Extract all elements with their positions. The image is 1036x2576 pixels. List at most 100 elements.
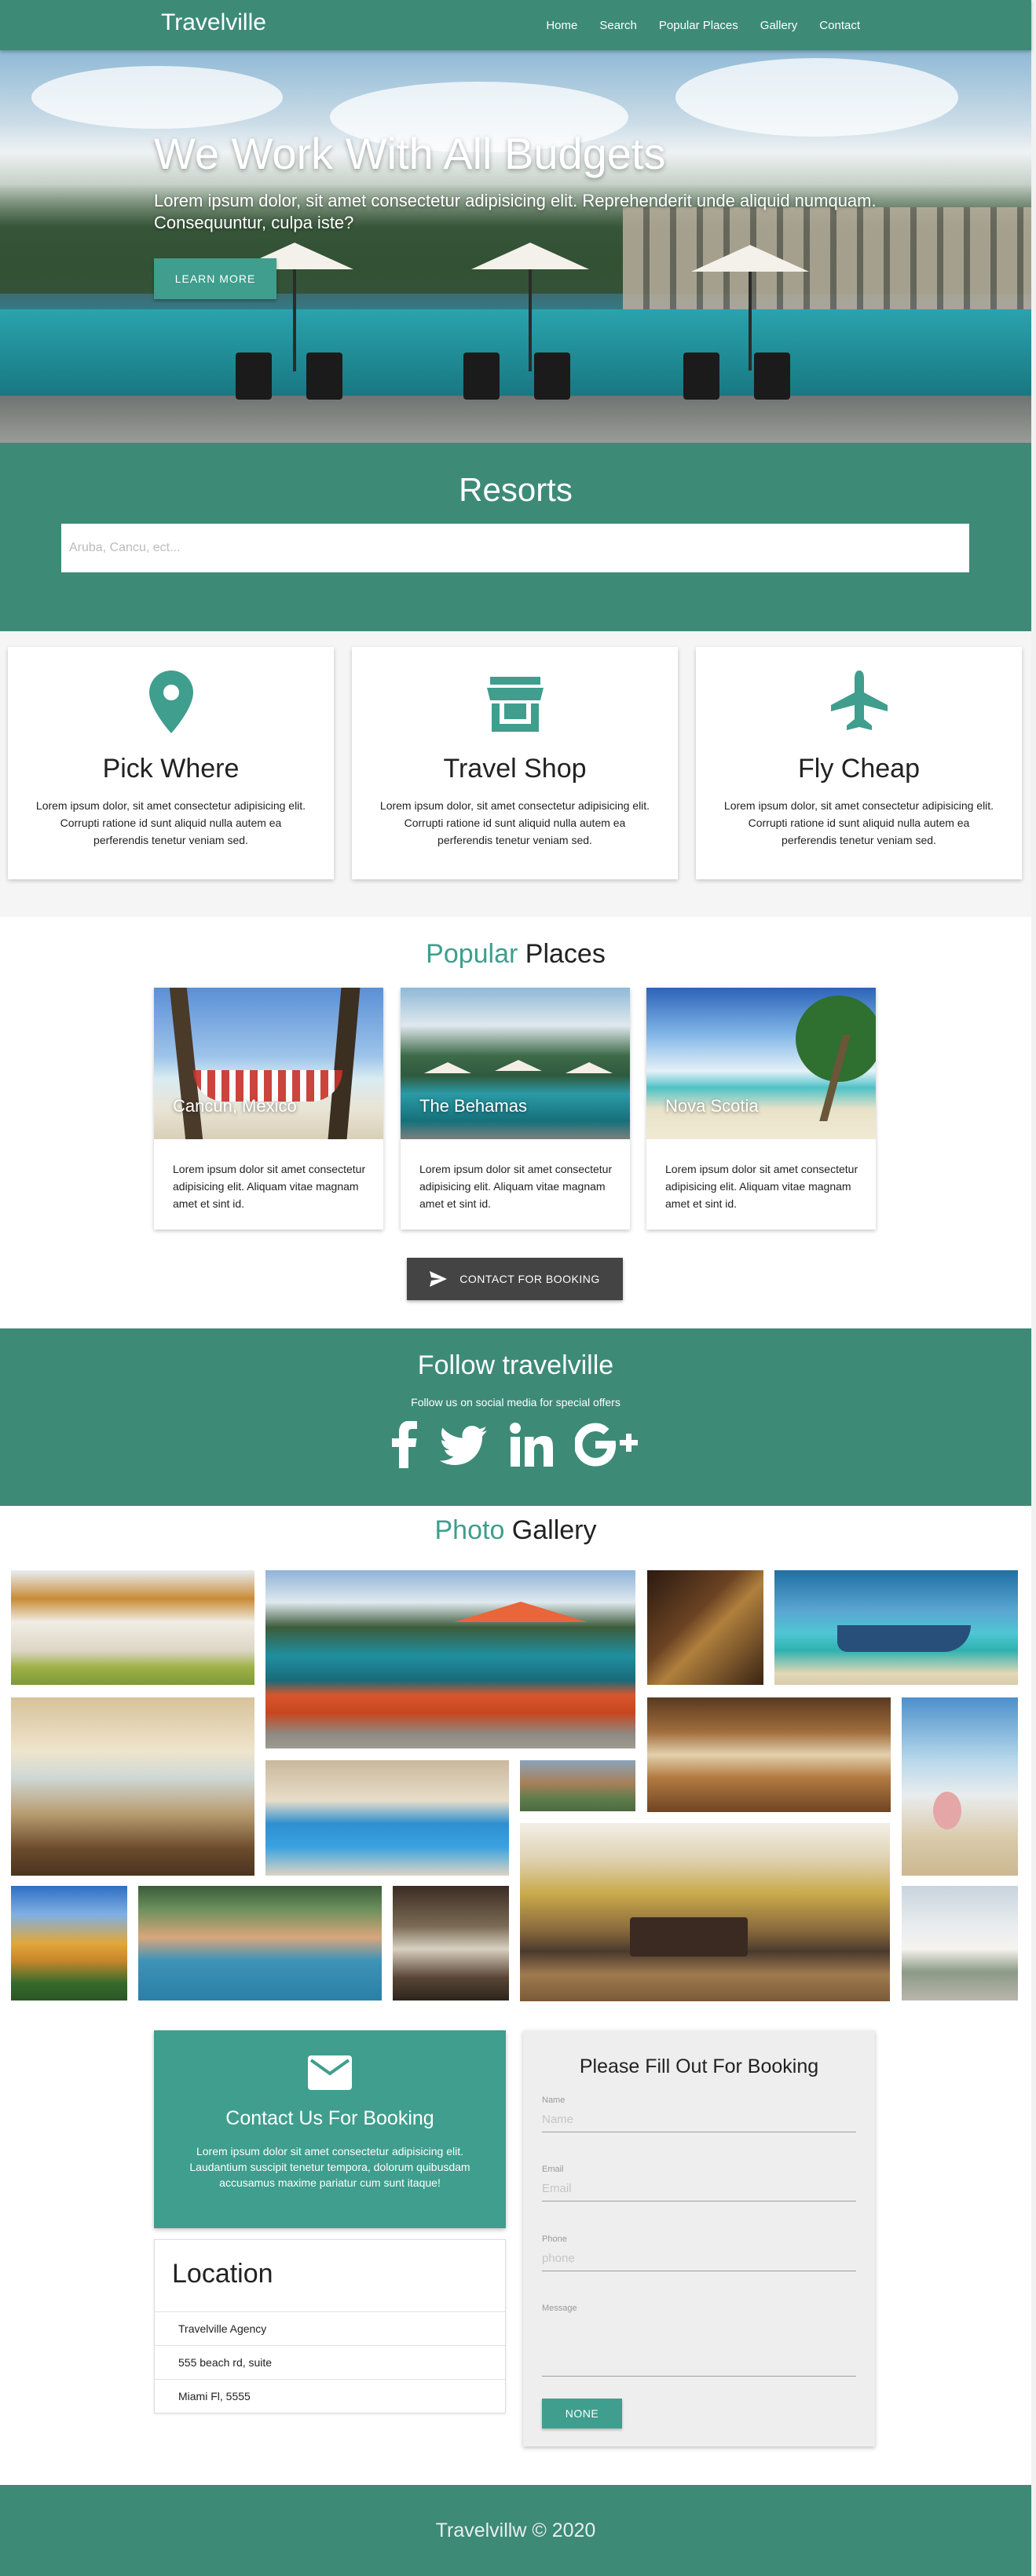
title-accent: Popular <box>426 939 518 969</box>
contact-button-label: CONTACT FOR BOOKING <box>459 1273 600 1285</box>
palm-trunk <box>328 988 361 1139</box>
footer-copyright: Travelvillw © 2020 <box>435 2519 596 2541</box>
nav-item-popular-places[interactable]: Popular Places <box>648 19 749 32</box>
contact-for-booking-button[interactable]: CONTACT FOR BOOKING <box>407 1258 623 1300</box>
hero-cloud <box>675 58 958 137</box>
hero-cloud <box>31 66 283 129</box>
feature-card-pick-where: Pick Where Lorem ipsum dolor, sit amet c… <box>8 647 334 879</box>
gallery-image-lodge[interactable] <box>520 1760 635 1811</box>
umbrella <box>424 1062 471 1073</box>
follow-title: Follow travelville <box>417 1350 614 1380</box>
hero-text: Lorem ipsum dolor, sit amet consectetur … <box>154 191 877 232</box>
gallery-image-beach-swing[interactable] <box>902 1697 1018 1876</box>
gallery-image-mansion[interactable] <box>11 1570 254 1685</box>
place-text: Lorem ipsum dolor sit amet consectetur a… <box>665 1163 858 1210</box>
boat <box>837 1625 971 1652</box>
gallery-image-pool-loungers[interactable] <box>265 1570 635 1748</box>
hero-umbrella-pole <box>529 269 532 371</box>
location-line: Miami Fl, 5555 <box>155 2379 505 2413</box>
place-card-bahamas[interactable]: The Behamas Lorem ipsum dolor sit amet c… <box>401 988 630 1230</box>
gallery-image-white-house[interactable] <box>902 1886 1018 2001</box>
nav-links: Home Search Popular Places Gallery Conta… <box>535 0 871 50</box>
store-icon <box>352 670 678 733</box>
gallery-image-pool-women[interactable] <box>138 1886 382 2001</box>
feature-title: Pick Where <box>102 754 240 784</box>
resorts-title: Resorts <box>459 471 573 508</box>
place-image <box>646 988 876 1139</box>
gallery-image-bar[interactable] <box>647 1570 763 1685</box>
send-icon <box>430 1271 448 1287</box>
email-field[interactable] <box>542 2176 856 2201</box>
message-field[interactable] <box>542 2318 856 2377</box>
location-card: Location Travelville Agency 555 beach rd… <box>154 2239 506 2413</box>
learn-more-button[interactable]: LEARN MORE <box>154 258 276 299</box>
gallery-image-suite[interactable] <box>393 1886 509 2001</box>
contact-text: Lorem ipsum dolor sit amet consectetur a… <box>189 2145 470 2189</box>
hero-umbrella-pole <box>749 272 752 371</box>
hero-chair <box>236 353 272 400</box>
phone-field[interactable] <box>542 2246 856 2271</box>
map-pin-icon <box>8 670 334 733</box>
message-label: Message <box>542 2304 577 2313</box>
swing-chair <box>933 1792 961 1829</box>
umbrella <box>454 1602 588 1622</box>
feature-card-fly-cheap: Fly Cheap Lorem ipsum dolor, sit amet co… <box>696 647 1022 879</box>
mail-icon <box>308 2055 352 2090</box>
place-name: The Behamas <box>419 1096 527 1116</box>
place-card-nova-scotia[interactable]: Nova Scotia Lorem ipsum dolor sit amet c… <box>646 988 876 1230</box>
airplane-icon <box>696 670 1022 733</box>
footer: Travelvillw © 2020 <box>0 2485 1031 2576</box>
form-title: Please Fill Out For Booking <box>579 2055 819 2077</box>
place-image <box>154 988 383 1139</box>
brand-logo[interactable]: Travelville <box>161 9 266 36</box>
photo-gallery-title: Photo Gallery <box>0 1515 1031 1546</box>
feature-text: Lorem ipsum dolor, sit amet consectetur … <box>379 799 650 846</box>
resort-search-input[interactable] <box>61 524 969 572</box>
title-rest: Gallery <box>504 1515 597 1545</box>
nav-item-search[interactable]: Search <box>588 19 648 32</box>
place-text: Lorem ipsum dolor sit amet consectetur a… <box>173 1163 366 1210</box>
social-links <box>0 1420 1031 1472</box>
feature-card-travel-shop: Travel Shop Lorem ipsum dolor, sit amet … <box>352 647 678 879</box>
email-label: Email <box>542 2165 564 2174</box>
place-image <box>401 988 630 1139</box>
location-line: 555 beach rd, suite <box>155 2345 505 2379</box>
gallery-image-villa[interactable] <box>11 1886 127 2001</box>
gallery-image-living-room[interactable] <box>11 1697 254 1876</box>
follow-subtitle: Follow us on social media for special of… <box>411 1396 621 1409</box>
twitter-icon[interactable] <box>439 1421 487 1472</box>
name-field[interactable] <box>542 2107 856 2132</box>
contact-title: Contact Us For Booking <box>225 2107 434 2129</box>
gallery-image-billiard-room[interactable] <box>520 1823 890 2001</box>
location-title: Location <box>172 2259 273 2289</box>
gallery-image-lounge[interactable] <box>647 1697 891 1812</box>
popular-places-title: Popular Places <box>0 939 1031 970</box>
place-name: Nova Scotia <box>665 1096 759 1116</box>
name-label: Name <box>542 2096 566 2105</box>
feature-text: Lorem ipsum dolor, sit amet consectetur … <box>35 799 306 846</box>
nav-item-contact[interactable]: Contact <box>808 19 871 32</box>
facebook-icon[interactable] <box>391 1420 418 1472</box>
follow-section: Follow travelville Follow us on social m… <box>0 1328 1031 1506</box>
google-plus-icon[interactable] <box>573 1421 641 1472</box>
linkedin-icon[interactable] <box>509 1421 553 1472</box>
feature-title: Travel Shop <box>443 754 587 784</box>
hero-banner: We Work With All Budgets Lorem ipsum dol… <box>0 50 1031 443</box>
place-card-cancun[interactable]: Cancun, Mexico Lorem ipsum dolor sit ame… <box>154 988 383 1230</box>
place-text: Lorem ipsum dolor sit amet consectetur a… <box>419 1163 613 1210</box>
top-navbar: Travelville Home Search Popular Places G… <box>0 0 1031 50</box>
scrollbar[interactable] <box>1031 0 1036 2576</box>
hero-deck <box>0 396 1031 443</box>
submit-button[interactable]: NONE <box>542 2399 622 2428</box>
hero-chair <box>463 353 500 400</box>
umbrella <box>495 1060 542 1071</box>
billiard-table <box>630 1917 748 1957</box>
nav-item-home[interactable]: Home <box>535 19 588 32</box>
gallery-image-boat[interactable] <box>774 1570 1018 1685</box>
resorts-search-section: Resorts <box>0 443 1031 631</box>
gallery-image-indoor-pool[interactable] <box>265 1760 509 1876</box>
place-name: Cancun, Mexico <box>173 1096 297 1116</box>
hero-title: We Work With All Budgets <box>154 129 666 178</box>
feature-text: Lorem ipsum dolor, sit amet consectetur … <box>723 799 994 846</box>
nav-item-gallery[interactable]: Gallery <box>749 19 809 32</box>
